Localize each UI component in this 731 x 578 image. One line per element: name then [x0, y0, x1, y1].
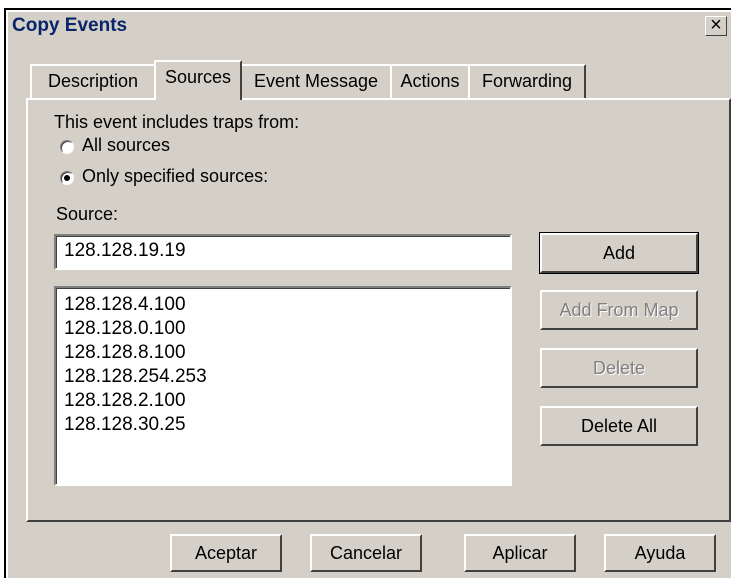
- list-item[interactable]: 128.128.8.100: [64, 341, 186, 365]
- apply-label: Aplicar: [492, 543, 548, 563]
- specified-sources-label[interactable]: Only specified sources:: [82, 166, 268, 187]
- copy-events-dialog: Copy Events × Description Sources Event …: [6, 10, 731, 578]
- sources-list[interactable]: 128.128.4.100 128.128.0.100 128.128.8.10…: [54, 286, 512, 486]
- cancel-button[interactable]: Cancelar: [310, 534, 422, 572]
- tab-label: Forwarding: [481, 71, 573, 91]
- tab-event-message[interactable]: Event Message: [240, 64, 392, 98]
- source-input[interactable]: 128.128.19.19: [54, 234, 512, 270]
- tab-forwarding[interactable]: Forwarding: [468, 64, 586, 98]
- sources-panel: This event includes traps from: All sour…: [26, 98, 731, 522]
- delete-all-button[interactable]: Delete All: [540, 406, 698, 446]
- list-item[interactable]: 128.128.2.100: [64, 389, 186, 413]
- tab-label: Description: [47, 71, 139, 91]
- close-button[interactable]: ×: [705, 14, 727, 36]
- tab-description[interactable]: Description: [30, 64, 156, 98]
- specified-sources-radio[interactable]: [60, 171, 74, 185]
- add-from-map-label: Add From Map: [559, 300, 679, 320]
- traps-intro-label: This event includes traps from:: [54, 112, 300, 132]
- delete-label: Delete: [592, 358, 646, 378]
- list-item[interactable]: 128.128.30.25: [64, 413, 186, 437]
- tab-sources[interactable]: Sources: [154, 60, 242, 100]
- tab-label: Event Message: [253, 71, 379, 91]
- add-from-map-button[interactable]: Add From Map: [540, 290, 698, 330]
- tab-actions[interactable]: Actions: [390, 64, 470, 98]
- apply-button[interactable]: Aplicar: [464, 534, 576, 572]
- delete-button[interactable]: Delete: [540, 348, 698, 388]
- all-sources-label[interactable]: All sources: [82, 135, 170, 156]
- radio-selected-dot: [64, 175, 70, 181]
- source-input-value: 128.128.19.19: [64, 240, 186, 261]
- all-sources-radio[interactable]: [60, 140, 74, 154]
- tab-label: Sources: [164, 67, 232, 87]
- title-bar[interactable]: Copy Events ×: [8, 12, 731, 40]
- ok-button[interactable]: Aceptar: [170, 534, 282, 572]
- list-item[interactable]: 128.128.254.253: [64, 365, 207, 389]
- close-icon: ×: [710, 14, 722, 36]
- list-item[interactable]: 128.128.0.100: [64, 317, 186, 341]
- help-button[interactable]: Ayuda: [604, 534, 716, 572]
- help-label: Ayuda: [634, 543, 686, 563]
- source-label: Source:: [56, 204, 119, 224]
- window-title: Copy Events: [12, 15, 128, 36]
- cancel-label: Cancelar: [329, 543, 403, 563]
- add-button[interactable]: Add: [539, 232, 699, 274]
- add-button-label: Add: [602, 243, 636, 263]
- delete-all-label: Delete All: [580, 416, 658, 436]
- list-item[interactable]: 128.128.4.100: [64, 293, 186, 317]
- tab-label: Actions: [400, 71, 460, 91]
- ok-label: Aceptar: [194, 543, 258, 563]
